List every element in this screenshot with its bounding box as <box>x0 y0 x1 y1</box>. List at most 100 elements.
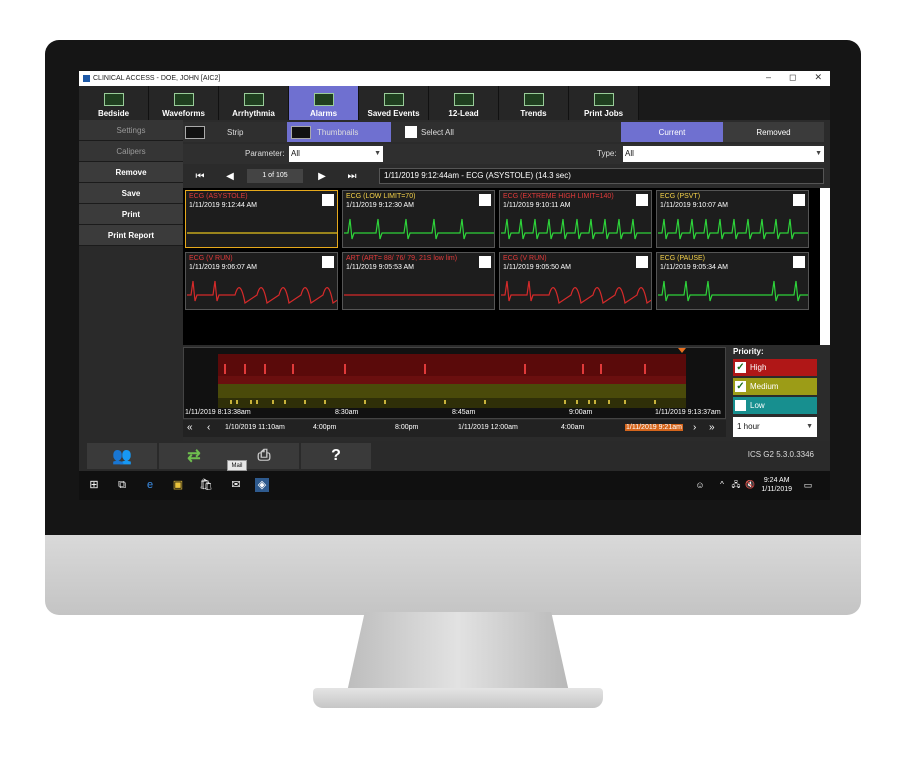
users-icon: 👥 <box>112 448 132 465</box>
first-page-button[interactable]: ⏮ <box>191 168 209 184</box>
event-pager: ⏮ ◀ 1 of 105 ▶ ⏭ 1/11/2019 9:12:44am - E… <box>183 166 824 186</box>
event-thumbnail[interactable]: ECG (ASYSTOLE) 1/11/2019 9:12:44 AM <box>185 190 338 248</box>
nav-12-lead[interactable]: 12-Lead <box>429 86 499 120</box>
nav-alarms[interactable]: Alarms <box>289 86 359 120</box>
strip-icon[interactable] <box>185 125 205 139</box>
current-tab[interactable]: Current <box>621 122 723 142</box>
nav-label: Trends <box>520 109 547 118</box>
priority-label: High <box>750 363 767 372</box>
chevron-down-icon: ▼ <box>815 150 822 157</box>
strip-tab[interactable]: Strip <box>227 128 243 137</box>
removed-tab-label: Removed <box>756 127 791 137</box>
event-thumbnail[interactable]: ECG (V RUN) 1/11/2019 9:06:07 AM <box>185 252 338 310</box>
notifications-icon[interactable]: ▭ <box>801 478 815 492</box>
file-explorer-icon[interactable]: ▣ <box>171 478 185 492</box>
thumbnail-checkbox[interactable] <box>322 256 334 268</box>
taskbar-clock[interactable]: 9:24 AM 1/11/2019 <box>761 476 792 494</box>
thumbnail-title: ECG (V RUN) <box>503 255 547 262</box>
nav-waveforms[interactable]: Waveforms <box>149 86 219 120</box>
nav-label: Alarms <box>309 109 338 118</box>
thumbnail-title: ECG (PSVT) <box>660 193 701 200</box>
tray-arrow-icon[interactable]: ^ <box>715 478 729 492</box>
event-thumbnail[interactable]: ECG (PSVT) 1/11/2019 9:10:07 AM <box>656 190 809 248</box>
waveform-preview <box>344 294 494 296</box>
help-button[interactable]: ? <box>301 443 371 469</box>
removed-tab[interactable]: Removed <box>723 122 824 142</box>
nav-arrhythmia[interactable]: Arrhythmia <box>219 86 289 120</box>
arrhythmia-icon <box>243 93 264 106</box>
users-button[interactable]: 👥 <box>87 443 157 469</box>
maximize-button[interactable]: ◻ <box>789 72 796 83</box>
alarm-event-mark <box>364 400 366 404</box>
mail-icon[interactable]: ✉ <box>229 478 243 492</box>
calipers-button[interactable]: Calipers <box>79 141 183 162</box>
network-icon[interactable]: 🖧 <box>729 478 743 492</box>
filter-row: Parameter: All ▼ Type: All ▼ <box>183 144 824 164</box>
printer-icon: ⎙ <box>257 447 271 464</box>
nav-print-jobs[interactable]: Print Jobs <box>569 86 639 120</box>
priority-low[interactable]: Low <box>733 397 817 414</box>
low-band <box>218 398 686 408</box>
windows-start-icon[interactable]: ⊞ <box>87 478 101 492</box>
thumbnail-checkbox[interactable] <box>479 256 491 268</box>
clinical-access-icon[interactable]: ◈ <box>255 478 269 492</box>
type-select[interactable]: All ▼ <box>623 146 824 162</box>
thumbnail-checkbox[interactable] <box>322 194 334 206</box>
event-title-select[interactable]: 1/11/2019 9:12:44am - ECG (ASYSTOLE) (14… <box>379 168 824 184</box>
timeline-start: 1/11/2019 8:13:38am <box>185 409 251 416</box>
thumbnail-checkbox[interactable] <box>793 256 805 268</box>
close-button[interactable]: ✕ <box>814 72 822 83</box>
print-report-button[interactable]: Print Report <box>79 225 183 246</box>
waveforms-icon <box>173 93 194 106</box>
thumbnail-checkbox[interactable] <box>479 194 491 206</box>
task-view-icon[interactable]: ⧉ <box>115 478 129 492</box>
select-all-checkbox[interactable] <box>405 126 417 138</box>
thumbnails-icon <box>291 125 311 139</box>
alarm-event-mark <box>264 364 266 374</box>
thumbnails-tab[interactable]: Thumbnails <box>287 122 391 142</box>
priority-checkbox[interactable]: ✓ <box>735 362 746 373</box>
thumbnail-checkbox[interactable] <box>793 194 805 206</box>
priority-high[interactable]: ✓ High <box>733 359 817 376</box>
timeline-axis: 1/11/2019 8:13:38am 8:30am 8:45am 9:00am… <box>185 409 725 419</box>
nav-bedside[interactable]: Bedside <box>79 86 149 120</box>
event-thumbnail[interactable]: ECG (V RUN) 1/11/2019 9:05:50 AM <box>499 252 652 310</box>
event-thumbnail[interactable]: ART (ART= 88/ 76/ 79, 21S low lim) 1/11/2… <box>342 252 495 310</box>
nav-trends[interactable]: Trends <box>499 86 569 120</box>
event-thumbnail[interactable]: ECG (EXTREME HIGH LIMIT=140) 1/11/2019 9:… <box>499 190 652 248</box>
nav-saved-events[interactable]: Saved Events <box>359 86 429 120</box>
print-button[interactable]: Print <box>79 204 183 225</box>
back-button[interactable]: ‹ <box>207 422 210 433</box>
parameter-select[interactable]: All ▼ <box>289 146 383 162</box>
last-page-button[interactable]: ⏭ <box>343 168 361 184</box>
store-icon[interactable]: 🛍 <box>199 478 213 492</box>
event-thumbnail[interactable]: ECG (PAUSE) 1/11/2019 9:05:34 AM <box>656 252 809 310</box>
priority-medium[interactable]: ✓ Medium <box>733 378 817 395</box>
people-icon[interactable]: ☺ <box>693 478 707 492</box>
select-all-label: Select All <box>421 127 454 137</box>
save-button[interactable]: Save <box>79 183 183 204</box>
volume-icon[interactable]: 🔇 <box>743 478 757 492</box>
fast-forward-button[interactable]: » <box>709 422 715 433</box>
thumbnail-checkbox[interactable] <box>636 194 648 206</box>
minimize-button[interactable]: – <box>766 72 771 83</box>
priority-checkbox[interactable]: ✓ <box>735 381 746 392</box>
waveform-preview <box>658 280 808 302</box>
forward-button[interactable]: › <box>693 422 696 433</box>
edge-icon[interactable]: e <box>143 478 157 492</box>
next-page-button[interactable]: ▶ <box>313 168 331 184</box>
prev-page-button[interactable]: ◀ <box>221 168 239 184</box>
priority-checkbox[interactable] <box>735 400 746 411</box>
remove-button[interactable]: Remove <box>79 162 183 183</box>
thumbnail-scrollbar[interactable] <box>820 188 830 345</box>
event-thumbnail[interactable]: ECG (LOW LIMIT=70) 1/11/2019 9:12:30 AM <box>342 190 495 248</box>
settings-button[interactable]: Settings <box>79 120 183 141</box>
sync-button[interactable]: ⇄ <box>159 443 229 469</box>
range-select[interactable]: 1 hour ▼ <box>733 417 817 437</box>
fast-back-button[interactable]: « <box>187 422 193 433</box>
monitor-chin <box>45 535 861 615</box>
timeline-navigator[interactable]: « ‹ 1/10/2019 11:10am 4:00pm 8:00pm 1/11… <box>183 420 726 437</box>
nav-label-3: 8:00pm <box>395 424 419 431</box>
select-all[interactable]: Select All <box>405 126 454 138</box>
thumbnail-checkbox[interactable] <box>636 256 648 268</box>
